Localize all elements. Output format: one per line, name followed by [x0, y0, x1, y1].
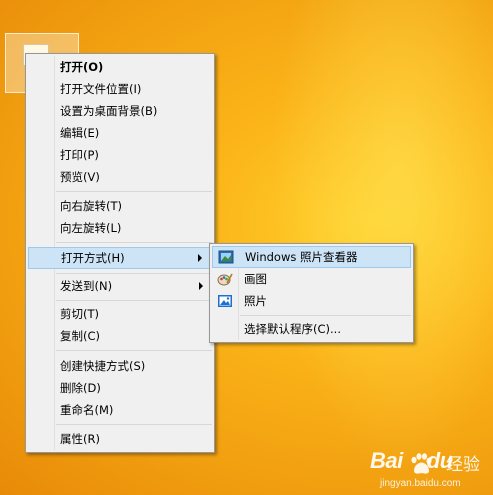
- watermark-text: 经验: [446, 455, 480, 475]
- menu-item-open-file-location[interactable]: 打开文件位置(I): [28, 79, 212, 99]
- submenu-item-photo-viewer[interactable]: Windows 照片查看器: [212, 246, 411, 268]
- menu-item-delete[interactable]: 删除(D): [28, 378, 212, 398]
- menu-item-label: 打开(O): [60, 60, 104, 74]
- menu-item-send-to[interactable]: 发送到(N): [28, 276, 212, 296]
- menu-item-label: 设置为桌面背景(B): [60, 104, 158, 118]
- submenu-item-choose-default-program[interactable]: 选择默认程序(C)...: [212, 319, 411, 339]
- menu-item-open-with[interactable]: 打开方式(H): [28, 247, 212, 269]
- menu-item-preview[interactable]: 预览(V): [28, 167, 212, 187]
- menu-separator: [56, 350, 212, 351]
- menu-item-copy[interactable]: 复制(C): [28, 326, 212, 346]
- menu-item-set-desktop-background[interactable]: 设置为桌面背景(B): [28, 101, 212, 121]
- paint-icon: [217, 273, 233, 286]
- submenu-item-label: 选择默认程序(C)...: [244, 322, 341, 336]
- menu-item-label: 属性(R): [60, 432, 100, 446]
- menu-item-label: 向左旋转(L): [60, 221, 122, 235]
- open-with-submenu: Windows 照片查看器 画图 照片 选择默认程序(C)...: [209, 243, 414, 343]
- menu-item-label: 剪切(T): [60, 307, 99, 321]
- menu-item-label: 发送到(N): [60, 279, 113, 293]
- menu-separator: [56, 300, 212, 301]
- menu-separator: [56, 191, 212, 192]
- menu-item-properties[interactable]: 属性(R): [28, 429, 212, 449]
- menu-item-label: 重命名(M): [60, 403, 114, 417]
- menu-item-create-shortcut[interactable]: 创建快捷方式(S): [28, 356, 212, 376]
- watermark-url: jingyan.baidu.com: [380, 478, 461, 489]
- photo-viewer-icon: [218, 250, 234, 264]
- menu-item-label: 复制(C): [60, 329, 101, 343]
- menu-item-rotate-right[interactable]: 向右旋转(T): [28, 196, 212, 216]
- menu-item-rotate-left[interactable]: 向左旋转(L): [28, 218, 212, 238]
- baidu-watermark: Bai du 经验 jingyan.baidu.com: [370, 448, 488, 490]
- photos-icon: [218, 295, 232, 307]
- submenu-arrow-icon: [199, 282, 203, 290]
- menu-item-edit[interactable]: 编辑(E): [28, 123, 212, 143]
- menu-item-label: 删除(D): [60, 381, 101, 395]
- menu-separator: [56, 424, 212, 425]
- menu-item-label: 打开文件位置(I): [60, 82, 142, 96]
- submenu-item-label: 照片: [244, 294, 267, 308]
- menu-item-label: 打印(P): [60, 148, 99, 162]
- menu-item-rename[interactable]: 重命名(M): [28, 400, 212, 420]
- context-menu: 打开(O) 打开文件位置(I) 设置为桌面背景(B) 编辑(E) 打印(P) 预…: [25, 53, 215, 453]
- menu-item-cut[interactable]: 剪切(T): [28, 304, 212, 324]
- menu-item-label: 编辑(E): [60, 126, 100, 140]
- menu-item-print[interactable]: 打印(P): [28, 145, 212, 165]
- submenu-item-paint[interactable]: 画图: [212, 269, 411, 289]
- menu-separator: [56, 273, 212, 274]
- menu-item-label: 创建快捷方式(S): [60, 359, 146, 373]
- baidu-paw-icon: [411, 453, 432, 474]
- submenu-item-label: Windows 照片查看器: [245, 250, 358, 264]
- submenu-arrow-icon: [198, 254, 202, 262]
- menu-separator: [240, 315, 411, 316]
- submenu-item-photos[interactable]: 照片: [212, 291, 411, 311]
- menu-item-label: 向右旋转(T): [60, 199, 122, 213]
- menu-item-label: 打开方式(H): [61, 251, 125, 265]
- menu-separator: [56, 242, 212, 243]
- menu-item-label: 预览(V): [60, 170, 100, 184]
- menu-item-open[interactable]: 打开(O): [28, 57, 212, 77]
- baidu-logo-text: Bai: [370, 448, 403, 473]
- submenu-item-label: 画图: [244, 272, 267, 286]
